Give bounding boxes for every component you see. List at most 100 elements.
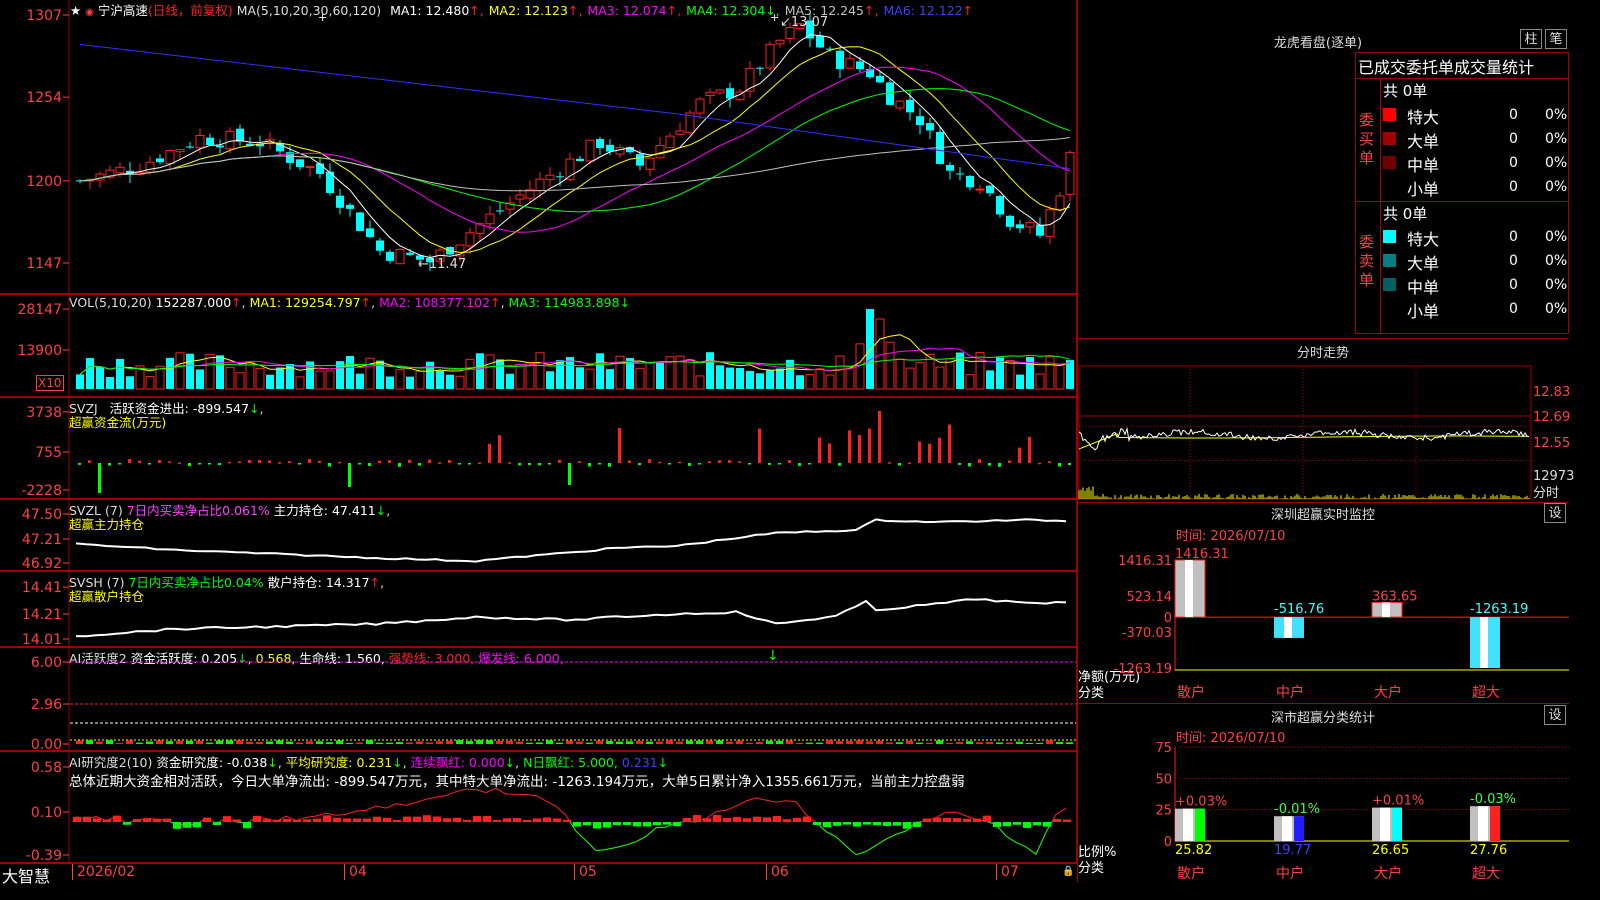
ai-research-panel[interactable]: AI研究度2(10) 资金研究度: -0.038↓, 平均研究度: 0.231↓…	[0, 751, 1077, 864]
svzj-bar	[378, 460, 381, 463]
svzj-bar	[1028, 437, 1031, 463]
vol-bar	[196, 369, 204, 389]
row-name: 小单	[1407, 302, 1440, 321]
vol-bar	[706, 352, 714, 389]
vol-bar	[76, 374, 84, 389]
ai-activity-chart[interactable]: 6.002.960.00↓	[0, 648, 1077, 753]
stroke-mode-button[interactable]: 笔	[1545, 29, 1567, 49]
ai2-bar	[793, 817, 801, 822]
volume-chart[interactable]: 28147 13900	[0, 295, 1077, 398]
buy-row: 特大 0 0%	[1383, 104, 1568, 127]
vol-bar	[935, 366, 945, 390]
row-volume: 0	[1509, 131, 1518, 147]
svzj-bar	[898, 463, 901, 466]
svsh-chart[interactable]: 14.41 14.21 14.01	[0, 572, 1077, 648]
intraday-panel[interactable]: 分时走势 12.83 12.69 12.55 12973 分时	[1078, 338, 1574, 503]
svzj-bar	[558, 459, 561, 463]
candle-body	[186, 146, 194, 148]
ai2-bar	[313, 818, 321, 822]
vol-bar	[356, 373, 364, 389]
kline-chart[interactable]: 1307 1254 1200 1147 ↙13.07 ←11.47 + +	[0, 0, 1077, 294]
ai2-bar	[383, 817, 391, 822]
candle-body	[585, 139, 595, 162]
vol-bar	[1066, 360, 1074, 389]
column-mode-button[interactable]: 柱	[1520, 29, 1542, 49]
row-name: 中单	[1407, 156, 1440, 175]
ai2-bar	[1023, 822, 1031, 828]
ai1-bar	[1046, 740, 1053, 744]
candle-body	[1065, 151, 1075, 195]
szm-ytick: 523.14	[1127, 590, 1173, 605]
candle-body	[216, 145, 224, 148]
ai1-bar	[866, 741, 873, 744]
vol-bar	[446, 374, 454, 389]
ai-research-chart[interactable]: 0.58 0.10 -0.39	[0, 752, 1077, 864]
szm-bar-highlight	[1185, 560, 1193, 618]
candle-body	[465, 232, 475, 247]
high-label: ↙13.07	[780, 15, 828, 30]
ai2-bar	[913, 822, 921, 827]
vol-bar	[255, 367, 265, 390]
volume-panel[interactable]: VOL(5,10,20) 152287.000↑, MA1: 129254.79…	[0, 294, 1077, 398]
ai1-bar	[936, 740, 943, 744]
svzj-chart[interactable]: 3738 755 -2228	[0, 398, 1077, 500]
vol-bar	[216, 355, 224, 389]
sz-monitor-chart[interactable]: 1416.31 523.14 0-370.03 -1263.19 1416.31 散户 -5…	[1078, 503, 1569, 704]
sz-class-chart[interactable]: 75 50 25 0 +0.03% 25.82 散户 -0.01% 19.77 中户 +0.01% 2…	[1078, 704, 1569, 883]
ai1-bar	[656, 741, 663, 744]
candle-body	[395, 249, 405, 265]
ai1-bar	[166, 741, 173, 744]
kline-panel[interactable]: ★ ◉ 宁沪高速(日线，前复权) MA(5,10,20,30,60,120) M…	[0, 0, 1077, 294]
svzj-bar	[388, 460, 391, 463]
vol-bar	[685, 359, 695, 390]
ai1-bar	[296, 742, 303, 744]
szc-value-label: 26.65	[1372, 843, 1409, 858]
app-logo[interactable]: 大智慧	[2, 863, 50, 887]
svzj-bar	[998, 463, 1001, 467]
vol-bar	[225, 366, 235, 390]
vol-bar	[645, 362, 655, 390]
svzj-bar	[778, 463, 781, 465]
szc-change-label: +0.01%	[1372, 794, 1424, 809]
szm-value-label: 1416.31	[1175, 547, 1229, 562]
vol-bar	[96, 367, 104, 389]
svzj-bar	[88, 460, 91, 463]
candle-body	[665, 135, 675, 149]
vol-bar	[436, 370, 444, 389]
szm-category: 散户	[1177, 684, 1205, 701]
ai1-bar	[146, 741, 153, 744]
lock-icon[interactable]: 🔒	[1062, 866, 1074, 877]
row-name: 特大	[1407, 108, 1440, 127]
svzj-bar	[818, 437, 821, 463]
svsh-panel[interactable]: SVSH (7) 7日内买卖净占比0.04% 散户持仓: 14.317↑, 超赢…	[0, 571, 1077, 648]
intraday-chart[interactable]: 12.83 12.69 12.55 12973 分时	[1078, 339, 1574, 503]
ai1-bar	[816, 742, 823, 744]
svzj-bar	[138, 460, 141, 463]
svzl-chart[interactable]: 47.50 47.21 46.92	[0, 500, 1077, 572]
svzj-bar	[858, 435, 861, 463]
sz-monitor-panel[interactable]: 深圳超赢实时监控 设 时间: 2026/07/10 净额(万元) 分类 1416…	[1078, 502, 1569, 703]
candle-body	[816, 35, 824, 48]
ai1-bar	[636, 740, 643, 744]
candle-body	[296, 159, 304, 168]
svzj-bar	[448, 459, 451, 463]
ai1-ytick: 6.00	[31, 655, 62, 671]
sz-class-panel[interactable]: 深市超赢分类统计 设 时间: 2026/07/10 比例% 分类 75 50 25 0…	[1078, 703, 1569, 882]
svzj-panel[interactable]: SVZJ 活跃资金进出: -899.547↓, 超赢资金流(万元) 3738 75…	[0, 397, 1077, 500]
ai1-ytick: 2.96	[31, 697, 62, 713]
svzj-bar	[118, 463, 121, 465]
row-volume: 0	[1509, 229, 1518, 245]
vol-bar	[245, 362, 255, 390]
ai2-bar	[353, 818, 361, 822]
ai2-bar	[853, 822, 861, 827]
svzl-panel[interactable]: SVZL (7) 7日内买卖净占比0.061% 主力持仓: 47.411↓, 超…	[0, 499, 1077, 572]
candle-body	[1036, 224, 1044, 236]
ai1-bar	[76, 740, 83, 744]
dragon-panel[interactable]: 龙虎看盘(逐单) 柱 笔 已成交委托单成交量统计 委买单 委卖单 共 0单 共 …	[1078, 0, 1569, 338]
ai-activity-panel[interactable]: AI活跃度2 资金活跃度: 0.205↓, 0.568, 生命线: 1.560,…	[0, 647, 1077, 753]
ai2-bar	[1053, 819, 1061, 822]
main-chart-area[interactable]: ★ ◉ 宁沪高速(日线，前复权) MA(5,10,20,30,60,120) M…	[0, 0, 1077, 886]
svzj-bar	[458, 463, 461, 465]
svzj-bar	[968, 463, 971, 467]
vol-bar	[1045, 356, 1055, 390]
